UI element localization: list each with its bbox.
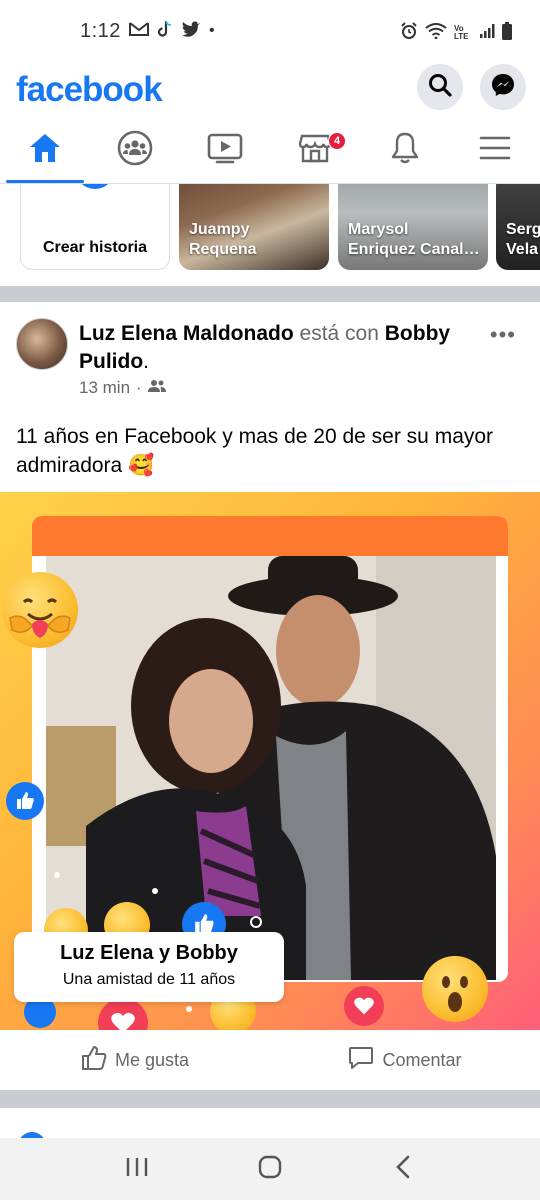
tab-groups[interactable] <box>90 118 180 183</box>
sparkle-ring <box>250 916 262 928</box>
feed-divider <box>0 1090 540 1108</box>
create-story-label: Crear historia <box>42 239 148 256</box>
search-icon <box>427 72 453 103</box>
back-button[interactable] <box>373 1149 433 1189</box>
love-reaction-icon <box>344 986 384 1026</box>
post-author-line: Luz Elena Maldonado está con Bobby Pulid… <box>79 320 479 376</box>
signal-icon <box>479 23 495 42</box>
sparkle-dot <box>186 1006 192 1012</box>
like-reaction-icon <box>6 782 44 820</box>
author-name[interactable]: Luz Elena Maldonado <box>79 322 294 345</box>
tab-marketplace[interactable]: 4 <box>270 118 360 183</box>
stories-tray: Crear historia Juampy Requena Marysol En… <box>0 184 540 286</box>
search-button[interactable] <box>417 64 463 110</box>
gmail-icon <box>128 21 149 42</box>
friends-audience-icon <box>147 378 166 398</box>
post-meta: 13 min · <box>79 378 166 398</box>
wifi-icon <box>425 23 447 42</box>
period: . <box>143 350 150 373</box>
wow-emoji-icon <box>422 956 488 1022</box>
groups-icon <box>117 130 153 171</box>
sparkle-dot <box>152 888 158 894</box>
with-text: está con <box>299 322 379 345</box>
post-actions: Me gusta Comentar <box>0 1030 540 1090</box>
friendship-label-box: Luz Elena y Bobby Una amistad de 11 años <box>14 932 284 1002</box>
friendship-card[interactable]: Luz Elena y Bobby Una amistad de 11 años <box>0 492 540 1030</box>
photo-frame <box>32 516 508 982</box>
sparkle-dot <box>54 872 60 878</box>
love-reaction-icon <box>98 998 148 1030</box>
android-nav-bar <box>0 1138 540 1200</box>
status-bar: 1:12 • Vo LTE <box>0 0 540 62</box>
more-options-icon[interactable]: ••• <box>490 322 516 348</box>
story-name: Juampy Requena <box>189 221 257 258</box>
home-circle-icon <box>257 1154 283 1185</box>
post-time[interactable]: 13 min <box>79 378 130 398</box>
tiktok-icon <box>157 20 173 43</box>
hamburger-menu-icon <box>479 135 511 166</box>
hug-emoji-icon <box>2 572 78 648</box>
recent-apps-icon <box>125 1156 149 1183</box>
back-chevron-icon <box>394 1154 412 1185</box>
meta-separator: · <box>136 378 142 397</box>
story-card[interactable]: Marysol Enriquez Canal… <box>338 184 488 270</box>
avatar[interactable] <box>16 318 68 370</box>
like-label: Me gusta <box>114 1049 190 1070</box>
comment-label: Comentar <box>382 1049 462 1070</box>
tab-watch[interactable] <box>180 118 270 183</box>
alarm-icon <box>400 22 418 43</box>
comment-icon <box>348 1045 374 1076</box>
recent-apps-button[interactable] <box>107 1149 167 1189</box>
story-card[interactable]: Juampy Requena <box>179 184 329 270</box>
story-card[interactable]: Serg Vela <box>496 184 540 270</box>
home-system-button[interactable] <box>240 1149 300 1189</box>
messenger-button[interactable] <box>480 64 526 110</box>
twitter-icon <box>181 21 201 42</box>
battery-icon <box>502 22 512 43</box>
tab-home[interactable] <box>0 118 90 183</box>
friendship-title: Luz Elena y Bobby <box>60 942 238 964</box>
marketplace-badge: 4 <box>328 132 346 150</box>
app-header: facebook <box>0 62 540 118</box>
plus-icon <box>75 184 115 189</box>
story-name: Serg Vela <box>506 221 540 258</box>
post-text: 11 años en Facebook y mas de 20 de ser s… <box>16 425 494 477</box>
volte-icon: Vo LTE <box>454 23 469 41</box>
like-button[interactable]: Me gusta <box>0 1045 270 1076</box>
comment-button[interactable]: Comentar <box>270 1045 540 1076</box>
tab-notifications[interactable] <box>360 118 450 183</box>
tab-menu[interactable] <box>450 118 540 183</box>
facebook-logo[interactable]: facebook <box>16 70 163 110</box>
create-story-card[interactable]: Crear historia <box>20 184 170 270</box>
watch-icon <box>207 132 243 169</box>
main-nav: 4 <box>0 118 540 184</box>
friendship-subtitle: Una amistad de 11 años <box>62 971 236 988</box>
feed-divider <box>0 286 540 302</box>
status-time: 1:12 <box>80 19 121 42</box>
thumbs-up-icon <box>81 1045 107 1076</box>
frame-topbar <box>32 516 508 556</box>
bell-icon <box>389 131 421 170</box>
story-name: Marysol Enriquez Canal… <box>348 221 480 258</box>
messenger-icon <box>490 72 516 103</box>
next-post-peek <box>0 1122 540 1146</box>
home-icon <box>28 132 62 169</box>
dot-icon: • <box>208 22 215 39</box>
marketplace-icon <box>298 132 332 169</box>
